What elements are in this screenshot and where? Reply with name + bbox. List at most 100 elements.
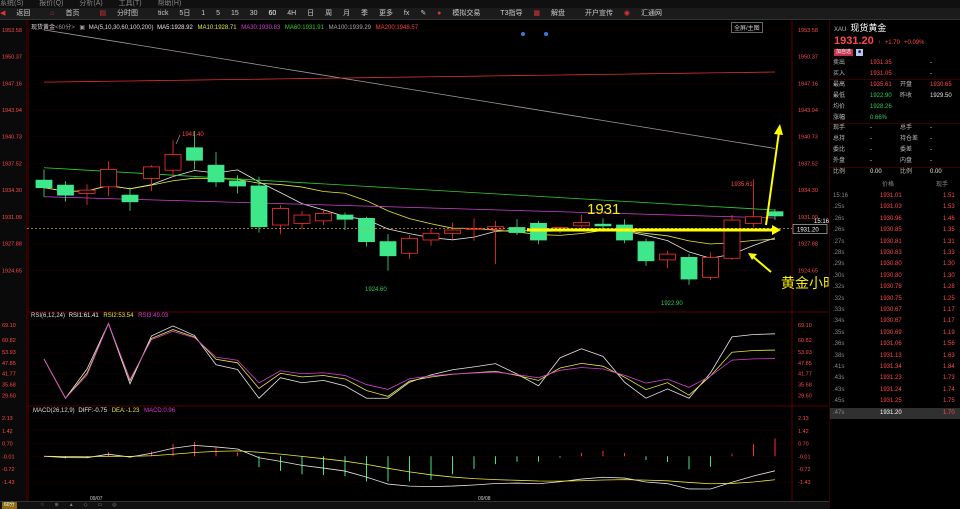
tool-d-icon[interactable]: ◇ [84, 502, 88, 508]
t3-button[interactable]: T3指导 [500, 8, 522, 19]
fullscreen-toggle[interactable]: 全屏/主图 [731, 22, 763, 33]
menu-help[interactable]: 帮助(H) [158, 0, 182, 7]
ma100-label: MA100:1939.29 [328, 25, 371, 31]
tool-a-icon[interactable]: ☆ [40, 502, 44, 508]
huitong-button[interactable]: ◉ 汇通网 [624, 8, 671, 19]
back-icon: ◀ [0, 10, 6, 17]
period-5[interactable]: 5 [216, 8, 220, 19]
tool-e-icon[interactable]: ▭ [98, 502, 103, 508]
trade-price: 1931.13 [880, 352, 902, 359]
settings-button[interactable]: ■ [856, 49, 864, 56]
diff-label: DIFF:-0.75 [78, 408, 108, 414]
macd-axis-right: 1.42 [798, 429, 809, 435]
trade-time: .29s [833, 261, 845, 268]
trade-time: .26s [833, 215, 845, 222]
back-button[interactable]: ◀ 返回 [0, 8, 39, 19]
candle-body [229, 180, 246, 187]
candle-body [659, 253, 676, 261]
trade-volume: 1.56 [943, 341, 955, 348]
rsi-axis-right: 53.93 [798, 350, 812, 356]
trade-time: .27s [833, 238, 845, 245]
macd-axis-right: 2.13 [798, 416, 809, 422]
rsi-axis-left: 60.82 [2, 338, 16, 344]
macd-axis-right: -0.01 [798, 454, 811, 460]
trade-volume: 1.35 [943, 227, 955, 234]
menu-analysis[interactable]: 分析(A) [79, 0, 102, 7]
period-week[interactable]: 周 [325, 8, 332, 19]
trade-price: 1931.34 [880, 364, 902, 370]
low-label-1: 1924.60 [365, 287, 387, 293]
menu-quote[interactable]: 报价(Q) [39, 0, 63, 7]
quote-panel: XAU 现货黄金 1931.20 ↑ +1.70 +0.09% 加自选 ■ 卖出 1931.… [829, 20, 960, 509]
sim-trade-button[interactable]: ● 模拟交易 [437, 8, 489, 19]
candle-body [401, 237, 418, 254]
draw-tool-icon[interactable]: ✎ [420, 8, 426, 19]
quote-row-label-2: 比例 [900, 169, 913, 175]
trade-price: 1930.69 [880, 329, 902, 336]
period-5d[interactable]: 5日 [179, 8, 190, 19]
account-button[interactable]: 开户宣传 [585, 8, 613, 19]
period-15[interactable]: 15 [231, 8, 239, 19]
period-tag[interactable]: 60分 [2, 502, 17, 509]
quote-row-value-2: - [930, 70, 932, 77]
price-axis-left: 1953.58 [2, 28, 22, 34]
timeshare-button[interactable]: ▤ 分时图 [99, 8, 147, 19]
candle-body [336, 214, 354, 220]
kline-chart[interactable]: 1953.58 1953.58 1950.37 1950.37 1947.16 1947.… [2, 20, 935, 502]
trade-price: 1930.78 [880, 284, 902, 291]
home-button[interactable]: ⌂ 首页 [50, 8, 88, 19]
fx-button[interactable]: fx [404, 8, 409, 19]
candle-body [702, 257, 719, 278]
symbol-name: 现货黄金 [31, 25, 56, 31]
trade-volume: 1.46 [943, 215, 955, 222]
period-quarter[interactable]: 季 [361, 8, 368, 19]
candle-body [616, 224, 633, 241]
tool-b-icon[interactable]: ⊕ [54, 502, 58, 508]
analysis-button[interactable]: ▦ 解盘 [533, 8, 574, 19]
trade-price: 1931.06 [880, 341, 902, 348]
trade-row: .28s 1930.83 1.33 [830, 248, 960, 259]
rsi-axis-right: 41.77 [798, 372, 812, 378]
trade-price: 1930.80 [880, 261, 902, 268]
quote-row-value-2: - [930, 136, 932, 143]
rsi-axis-right: 69.10 [798, 323, 812, 329]
period-4h[interactable]: 4H [287, 8, 296, 19]
quote-row: 外盘 - 内盘 - [830, 156, 960, 167]
trade-row: .43s 1931.23 1.73 [830, 373, 960, 384]
trade-row: 15:16 1931.01 1.51 [830, 191, 960, 202]
price-axis-left: 1937.52 [2, 161, 22, 167]
chart-area[interactable]: 1953.58 1953.58 1950.37 1950.37 1947.16 1947.… [2, 20, 935, 502]
add-favorite-button[interactable]: 加自选 [834, 49, 854, 56]
period-month[interactable]: 月 [343, 8, 350, 19]
period-day[interactable]: 日 [307, 8, 314, 19]
period-1[interactable]: 1 [201, 8, 205, 19]
trade-row: .32s 1930.78 1.28 [830, 282, 960, 293]
candle-body [766, 211, 784, 217]
trade-icon: ● [437, 10, 442, 17]
fullscreen-icon[interactable]: ▣ [79, 25, 85, 31]
price-axis-right: 1924.65 [798, 268, 818, 274]
period-30[interactable]: 30 [250, 8, 258, 19]
period-60[interactable]: 60 [269, 8, 277, 19]
candle-body [745, 216, 762, 224]
rsi-axis-right: 29.60 [798, 393, 812, 399]
macd-axis-left: 0.70 [2, 442, 13, 448]
quote-title: XAU 现货黄金 [834, 22, 886, 34]
tool-c-icon[interactable]: ▲ [69, 502, 74, 508]
period-more[interactable]: 更多 [379, 8, 393, 19]
menu-system[interactable]: 系统(S) [0, 0, 23, 7]
quote-change-pct: +0.09% [903, 40, 925, 46]
tick-button[interactable]: tick [158, 8, 169, 19]
trade-price: 1930.96 [880, 215, 902, 222]
trade-price: 1930.67 [880, 307, 902, 313]
candle-body [315, 212, 332, 222]
candle-body [358, 217, 375, 243]
menu-tools[interactable]: 工具(T) [119, 0, 142, 7]
trade-row: .30s 1930.80 1.30 [830, 271, 960, 282]
tool-f-icon[interactable]: ◎ [112, 502, 116, 508]
trade-time: .43s [833, 375, 845, 382]
candle-body [723, 219, 741, 259]
price-axis-left: 1924.65 [2, 268, 22, 274]
quote-row-value: - [870, 147, 872, 154]
rsi-axis-right: 47.85 [798, 361, 812, 367]
